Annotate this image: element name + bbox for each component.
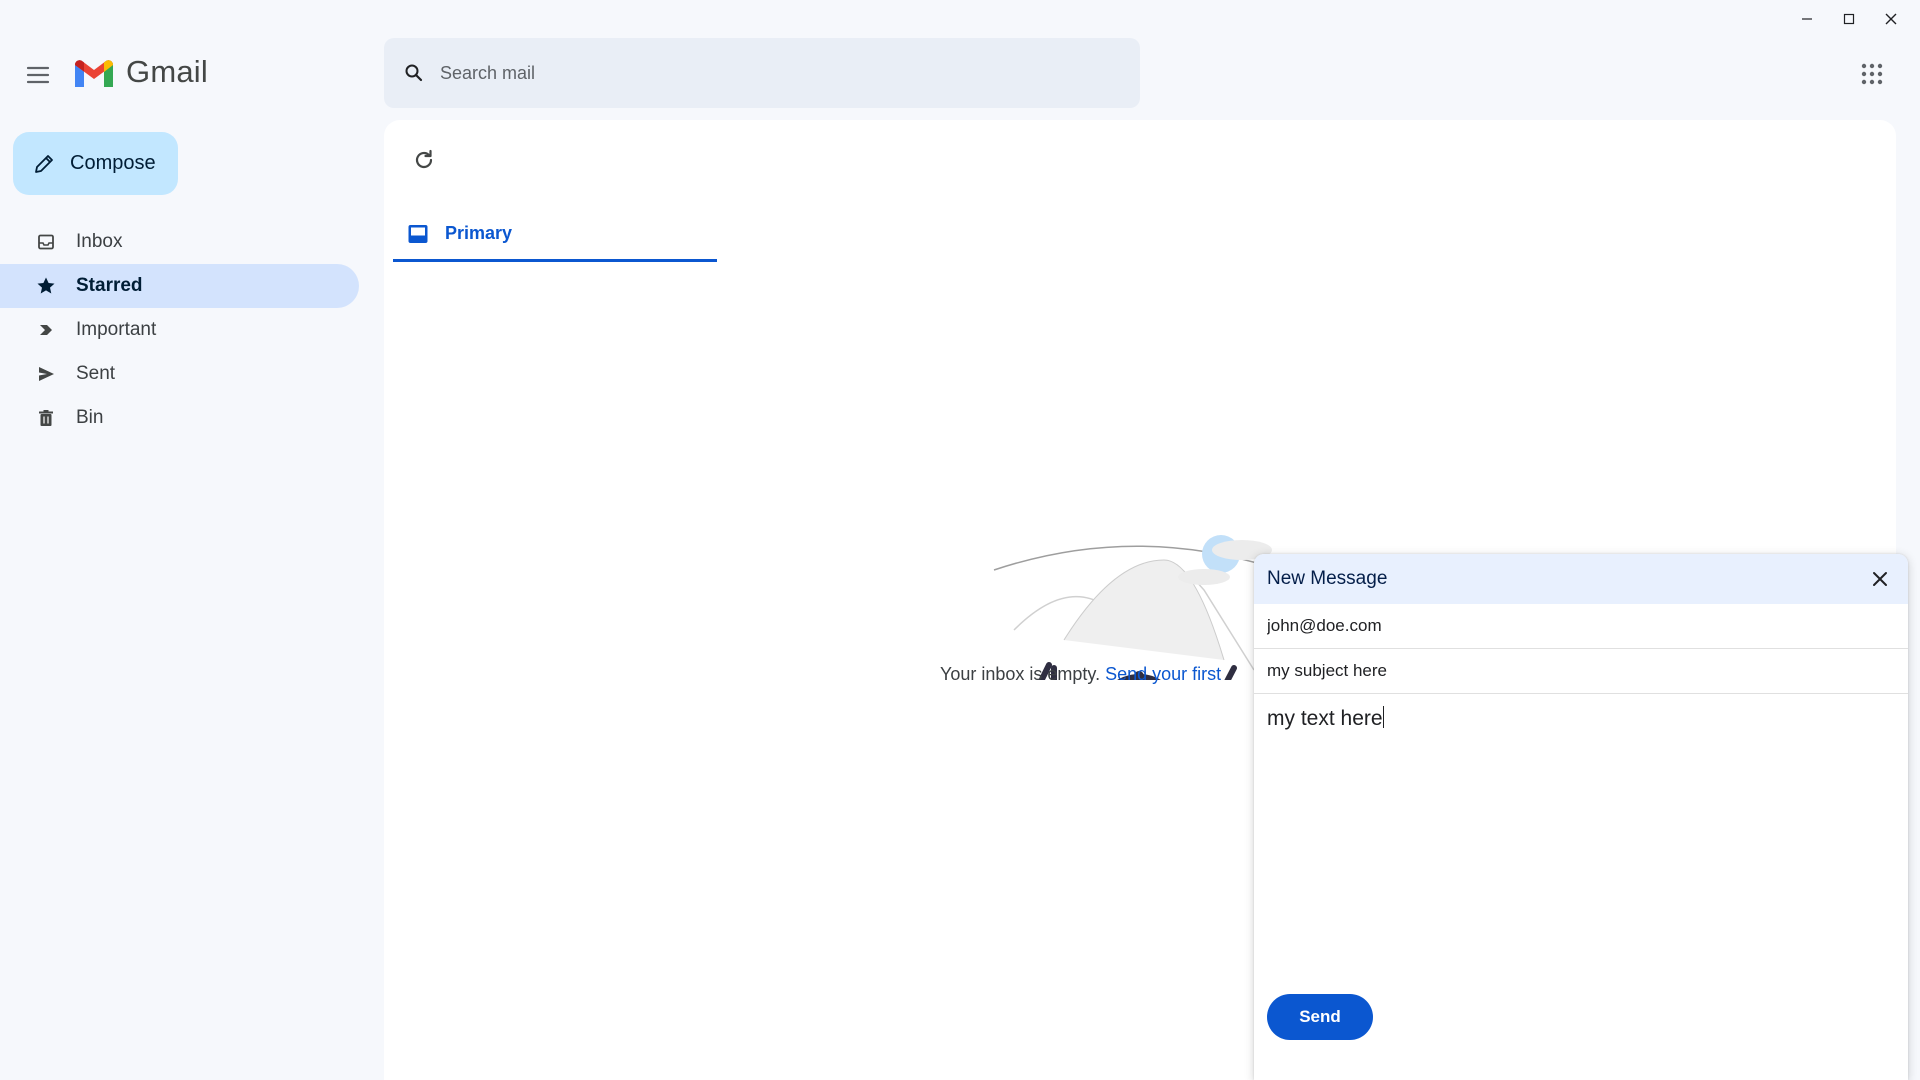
sidebar-item-important[interactable]: Important bbox=[0, 308, 359, 352]
sidebar-item-starred[interactable]: Starred bbox=[0, 264, 359, 308]
new-message-dialog: New Message my text here Send bbox=[1254, 554, 1908, 1080]
message-body-editor[interactable]: my text here bbox=[1254, 694, 1908, 994]
main-menu-button[interactable] bbox=[20, 57, 56, 93]
sidebar-item-inbox[interactable]: Inbox bbox=[0, 220, 359, 264]
hamburger-menu-icon bbox=[26, 66, 50, 84]
text-cursor bbox=[1382, 706, 1384, 728]
search-bar[interactable] bbox=[384, 38, 1140, 108]
minimize-icon bbox=[1802, 18, 1812, 20]
new-message-header: New Message bbox=[1254, 554, 1908, 604]
gmail-logo[interactable]: Gmail bbox=[72, 54, 208, 90]
refresh-button[interactable] bbox=[406, 142, 442, 178]
send-first-email-link[interactable]: Send your first bbox=[1105, 664, 1221, 684]
close-icon bbox=[1885, 13, 1897, 25]
send-icon bbox=[36, 364, 56, 384]
window-controls bbox=[1788, 6, 1910, 32]
close-window-button[interactable] bbox=[1872, 6, 1910, 32]
empty-inbox-text: Your inbox is empty. bbox=[940, 664, 1106, 684]
star-icon bbox=[36, 276, 56, 296]
sidebar-item-label: Important bbox=[76, 319, 157, 340]
search-icon[interactable] bbox=[402, 61, 426, 85]
send-button[interactable]: Send bbox=[1267, 994, 1373, 1040]
sidebar-item-label: Starred bbox=[76, 275, 143, 296]
tab-primary[interactable]: Primary bbox=[393, 208, 717, 262]
maximize-icon bbox=[1843, 13, 1855, 25]
sidebar-item-label: Inbox bbox=[76, 231, 123, 252]
inbox-icon bbox=[36, 232, 56, 252]
to-input[interactable] bbox=[1267, 616, 1895, 636]
tab-label: Primary bbox=[445, 223, 513, 243]
important-icon bbox=[36, 320, 56, 340]
search-input[interactable] bbox=[440, 62, 1100, 84]
sidebar-item-label: Sent bbox=[76, 363, 116, 384]
sidebar-nav: Inbox Starred Important Sent Bin bbox=[0, 220, 360, 440]
compose-label: Compose bbox=[70, 152, 156, 174]
subject-field[interactable] bbox=[1254, 649, 1908, 694]
apps-button[interactable] bbox=[1854, 56, 1890, 92]
sidebar-item-sent[interactable]: Sent bbox=[0, 352, 359, 396]
sidebar-item-bin[interactable]: Bin bbox=[0, 396, 359, 440]
empty-inbox-message: Your inbox is empty. Send your first bbox=[940, 664, 1221, 685]
sidebar-item-label: Bin bbox=[76, 407, 104, 428]
minimize-button[interactable] bbox=[1788, 6, 1826, 32]
pencil-icon bbox=[35, 154, 53, 173]
apps-grid-icon bbox=[1861, 63, 1883, 85]
close-compose-button[interactable] bbox=[1866, 565, 1894, 593]
maximize-button[interactable] bbox=[1830, 6, 1868, 32]
gmail-m-icon bbox=[75, 59, 113, 87]
inbox-tab-icon bbox=[408, 224, 428, 243]
subject-input[interactable] bbox=[1267, 661, 1895, 681]
logo-text: Gmail bbox=[126, 54, 208, 89]
message-body-text: my text here bbox=[1267, 707, 1383, 730]
to-field[interactable] bbox=[1254, 604, 1908, 649]
close-icon bbox=[1873, 572, 1887, 586]
gmail-app: Gmail Compose Inbox bbox=[0, 0, 1920, 1080]
trash-icon bbox=[36, 408, 56, 428]
compose-button[interactable]: Compose bbox=[13, 132, 178, 195]
new-message-title: New Message bbox=[1267, 568, 1388, 589]
refresh-icon bbox=[415, 149, 433, 169]
